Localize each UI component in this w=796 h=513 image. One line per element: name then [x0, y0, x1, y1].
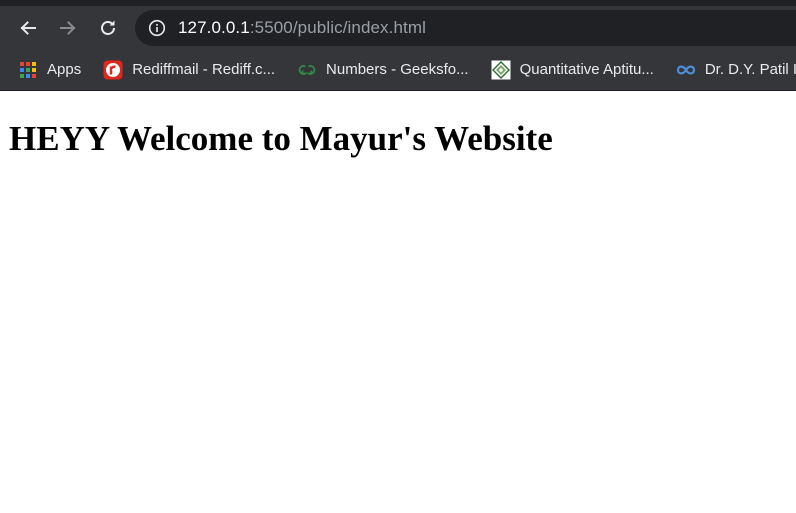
rediff-logo-icon [103, 60, 123, 80]
back-button[interactable] [8, 10, 48, 46]
url-host: 127.0.0.1 [178, 18, 250, 37]
bookmark-indiabix[interactable]: Quantitative Aptitu... [491, 55, 654, 85]
bookmarks-bar: Apps Rediffmail - Rediff.c... Numbers - … [0, 49, 796, 91]
info-icon[interactable] [148, 19, 166, 37]
coursera-infinity-icon [676, 60, 696, 80]
url-text[interactable]: 127.0.0.1:5500/public/index.html [178, 18, 426, 38]
indiabix-logo-icon [491, 60, 511, 80]
bookmark-label: Numbers - Geeksfo... [326, 61, 469, 78]
geeksforgeeks-logo-icon [297, 60, 317, 80]
bookmark-label: Rediffmail - Rediff.c... [132, 61, 276, 78]
bookmark-geeksforgeeks[interactable]: Numbers - Geeksfo... [297, 55, 469, 85]
bookmark-rediffmail[interactable]: Rediffmail - Rediff.c... [103, 55, 275, 85]
page-heading: HEYY Welcome to Mayur's Website [9, 119, 553, 158]
bookmark-apps[interactable]: Apps [18, 55, 81, 85]
apps-grid-icon [18, 60, 38, 80]
address-bar[interactable]: 127.0.0.1:5500/public/index.html [135, 10, 796, 46]
page-content: HEYY Welcome to Mayur's Website [0, 91, 796, 159]
bookmark-label: Quantitative Aptitu... [519, 61, 654, 78]
arrow-right-icon [60, 20, 76, 35]
reload-icon [101, 20, 115, 35]
browser-toolbar: 127.0.0.1:5500/public/index.html [0, 6, 796, 49]
browser-chrome: 127.0.0.1:5500/public/index.html Apps Re… [0, 0, 796, 91]
reload-button[interactable] [88, 10, 128, 46]
url-path: :5500/public/index.html [249, 18, 426, 37]
bookmark-label: Apps [47, 61, 82, 78]
forward-button[interactable] [48, 10, 88, 46]
bookmark-label: Dr. D.Y. Patil I [704, 61, 796, 78]
arrow-left-icon [20, 20, 36, 35]
bookmark-dypatil[interactable]: Dr. D.Y. Patil I [676, 55, 796, 85]
